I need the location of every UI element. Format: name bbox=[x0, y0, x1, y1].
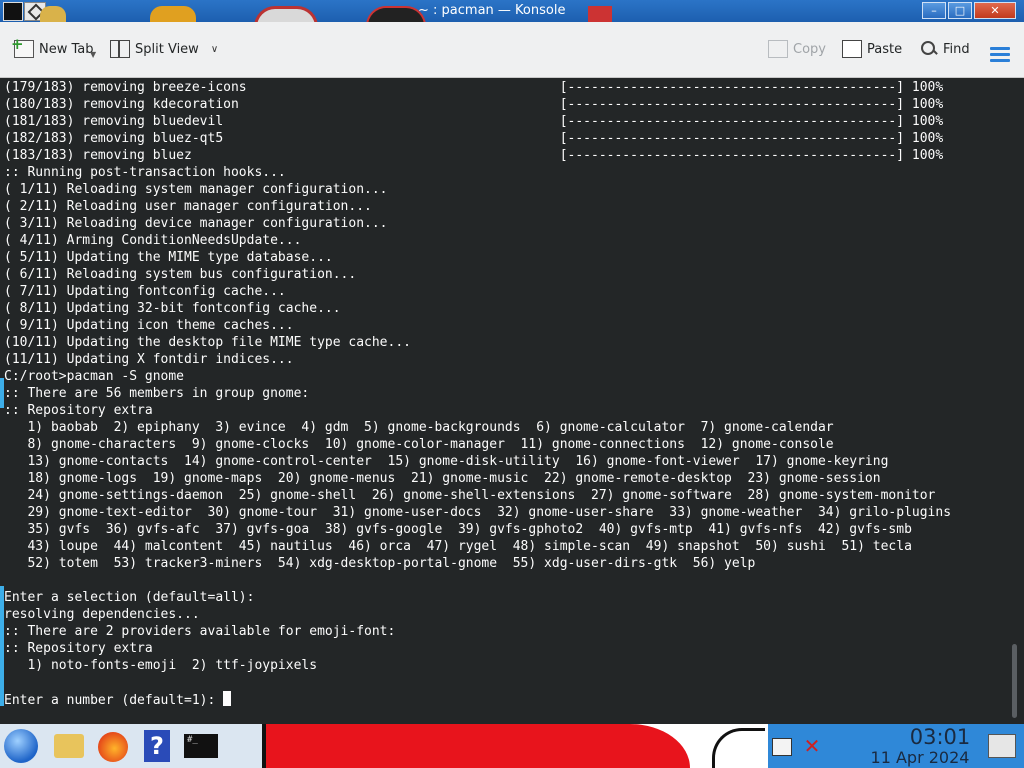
terminal-line: ( 6/11) Reloading system bus configurati… bbox=[4, 267, 357, 282]
find-label: Find bbox=[943, 41, 970, 57]
copy-icon bbox=[768, 40, 788, 58]
paste-icon bbox=[842, 40, 862, 58]
new-tab-label: New Tab bbox=[39, 41, 94, 57]
terminal-view[interactable]: (179/183) removing breeze-icons [-------… bbox=[0, 78, 1024, 724]
terminal-line: 18) gnome-logs 19) gnome-maps 20) gnome-… bbox=[4, 471, 881, 486]
terminal-line: 8) gnome-characters 9) gnome-clocks 10) … bbox=[4, 437, 834, 452]
terminal-line: C:/root>pacman -S gnome bbox=[4, 369, 185, 384]
split-view-icon bbox=[110, 40, 130, 58]
terminal-line: (182/183) removing bluez-qt5 [----------… bbox=[4, 131, 944, 146]
text-cursor bbox=[223, 691, 232, 706]
terminal-line: :: Repository extra bbox=[4, 641, 153, 656]
clock-date[interactable]: 11 Apr 2024 bbox=[852, 748, 988, 768]
desktop-decoration bbox=[366, 6, 426, 22]
terminal-line: 43) loupe 44) malcontent 45) nautilus 46… bbox=[4, 539, 912, 554]
start-orb-icon[interactable] bbox=[4, 729, 38, 763]
find-button[interactable]: Find bbox=[920, 36, 970, 62]
terminal-line: :: There are 56 members in group gnome: bbox=[4, 386, 310, 401]
scrollbar[interactable] bbox=[1012, 644, 1017, 718]
konsole-icon[interactable] bbox=[3, 2, 23, 21]
close-button[interactable]: ✕ bbox=[974, 2, 1016, 19]
desktop-decoration bbox=[588, 6, 612, 22]
terminal-line: ( 1/11) Reloading system manager configu… bbox=[4, 182, 388, 197]
maximize-button[interactable]: □ bbox=[948, 2, 972, 19]
terminal-line: ( 7/11) Updating fontconfig cache... bbox=[4, 284, 286, 299]
paste-label: Paste bbox=[867, 41, 903, 57]
terminal-output: (179/183) removing breeze-icons [-------… bbox=[4, 79, 951, 709]
terminal-line: 24) gnome-settings-daemon 25) gnome-shel… bbox=[4, 488, 936, 503]
terminal-line: ( 8/11) Updating 32-bit fontconfig cache… bbox=[4, 301, 341, 316]
search-icon bbox=[920, 40, 938, 58]
system-tray: ✕ 03:01 11 Apr 2024 bbox=[768, 724, 1024, 768]
folder-icon[interactable] bbox=[54, 734, 84, 758]
terminal-line: 52) totem 53) tracker3-miners 54) xdg-de… bbox=[4, 556, 756, 571]
help-icon[interactable]: ? bbox=[144, 730, 170, 762]
hamburger-menu-icon[interactable] bbox=[990, 47, 1010, 65]
window-title: ~ : pacman — Konsole bbox=[418, 3, 566, 18]
terminal-line: resolving dependencies... bbox=[4, 607, 200, 622]
terminal-line: 13) gnome-contacts 14) gnome-control-cen… bbox=[4, 454, 889, 469]
terminal-prompt: Enter a number (default=1): bbox=[4, 693, 224, 708]
split-view-button[interactable]: Split View ∨ bbox=[110, 36, 218, 62]
paste-button[interactable]: Paste bbox=[842, 36, 902, 62]
desktop-decoration bbox=[40, 6, 66, 22]
toolbar: New Tab ▼ Split View ∨ Copy Paste Find bbox=[0, 22, 1024, 78]
terminal-line: ( 2/11) Reloading user manager configura… bbox=[4, 199, 372, 214]
firefox-icon[interactable] bbox=[98, 732, 128, 762]
taskbar: ? #_ ✕ 03:01 11 Apr 2024 bbox=[0, 724, 1024, 768]
copy-label: Copy bbox=[793, 41, 826, 57]
terminal-line: (11/11) Updating X fontdir indices... bbox=[4, 352, 294, 367]
terminal-line: (181/183) removing bluedevil [----------… bbox=[4, 114, 944, 129]
new-tab-button[interactable]: New Tab ▼ bbox=[11, 35, 96, 62]
split-view-label: Split View bbox=[135, 41, 199, 57]
terminal-line: (180/183) removing kdecoration [--------… bbox=[4, 97, 944, 112]
volume-muted-icon[interactable]: ✕ bbox=[802, 736, 822, 756]
terminal-line: 35) gvfs 36) gvfs-afc 37) gvfs-goa 38) g… bbox=[4, 522, 912, 537]
terminal-line: (10/11) Updating the desktop file MIME t… bbox=[4, 335, 411, 350]
konsole-taskbar-icon[interactable]: #_ bbox=[184, 734, 218, 758]
chevron-down-icon[interactable]: ∨ bbox=[211, 44, 218, 55]
terminal-line: Enter a selection (default=all): bbox=[4, 590, 255, 605]
dropdown-arrow-icon[interactable]: ▼ bbox=[90, 50, 96, 59]
terminal-line: ( 9/11) Updating icon theme caches... bbox=[4, 318, 294, 333]
desktop-decoration bbox=[254, 6, 318, 22]
terminal-line: 1) noto-fonts-emoji 2) ttf-joypixels bbox=[4, 658, 318, 673]
terminal-line: (179/183) removing breeze-icons [-------… bbox=[4, 80, 944, 95]
terminal-lines: (179/183) removing breeze-icons [-------… bbox=[4, 80, 951, 673]
network-icon[interactable] bbox=[772, 738, 792, 756]
title-bar: ~ : pacman — Konsole – □ ✕ bbox=[0, 0, 1024, 22]
terminal-line: 29) gnome-text-editor 30) gnome-tour 31)… bbox=[4, 505, 952, 520]
terminal-line: 1) baobab 2) epiphany 3) evince 4) gdm 5… bbox=[4, 420, 834, 435]
wallpaper-art bbox=[262, 724, 768, 768]
copy-button[interactable]: Copy bbox=[768, 36, 826, 62]
terminal-line: :: There are 2 providers available for e… bbox=[4, 624, 396, 639]
desktop-decoration bbox=[150, 6, 196, 22]
terminal-line: ( 4/11) Arming ConditionNeedsUpdate... bbox=[4, 233, 302, 248]
minimize-button[interactable]: – bbox=[922, 2, 946, 19]
terminal-line: :: Running post-transaction hooks... bbox=[4, 165, 286, 180]
terminal-line: ( 5/11) Updating the MIME type database.… bbox=[4, 250, 333, 265]
terminal-line: ( 3/11) Reloading device manager configu… bbox=[4, 216, 388, 231]
terminal-line: :: Repository extra bbox=[4, 403, 153, 418]
new-tab-icon bbox=[11, 35, 34, 58]
clock-time[interactable]: 03:01 bbox=[880, 724, 1000, 750]
terminal-line: (183/183) removing bluez [--------------… bbox=[4, 148, 944, 163]
show-desktop-icon[interactable] bbox=[988, 734, 1016, 758]
